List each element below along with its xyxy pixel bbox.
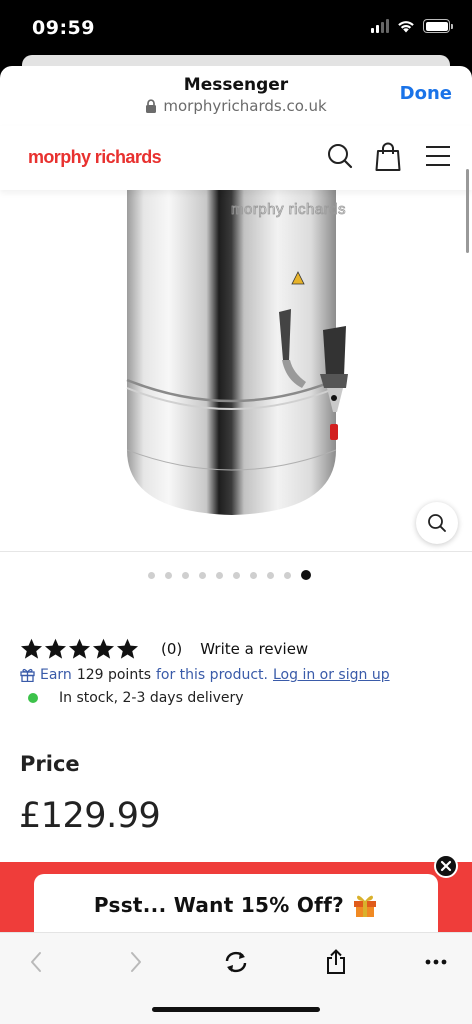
search-icon[interactable]	[326, 142, 356, 172]
stock-status: In stock, 2-3 days delivery	[28, 690, 244, 706]
product-image[interactable]: morphy richards	[0, 190, 472, 552]
write-review-link[interactable]: Write a review	[200, 640, 308, 658]
lock-icon	[146, 99, 157, 113]
status-icons	[371, 19, 453, 33]
status-time: 09:59	[32, 17, 95, 39]
carousel-dots	[148, 570, 311, 580]
stock-text: In stock, 2-3 days delivery	[59, 690, 244, 706]
price-label: Price	[20, 752, 80, 776]
signal-icon	[371, 19, 389, 33]
gift-box-icon	[354, 895, 377, 917]
carousel-dot[interactable]	[165, 572, 172, 579]
scroll-indicator	[466, 169, 469, 253]
status-bar: 09:59	[0, 0, 472, 56]
reward-points: Earn 129 points for this product. Log in…	[20, 667, 390, 683]
carousel-dot[interactable]	[301, 570, 311, 580]
promo-text: Psst... Want 15% Off?	[93, 893, 345, 917]
rating-row: (0) Write a review	[20, 638, 308, 660]
reload-icon[interactable]	[218, 944, 254, 980]
carousel-dot[interactable]	[233, 572, 240, 579]
star-icon	[116, 638, 139, 659]
price-value: £129.99	[19, 796, 161, 836]
carousel-dot[interactable]	[182, 572, 189, 579]
gift-icon	[20, 668, 35, 682]
more-icon[interactable]	[418, 944, 454, 980]
in-stock-dot-icon	[28, 693, 38, 703]
star-icon	[92, 638, 115, 659]
sheet-header: Messenger morphyrichards.co.uk Done	[0, 66, 472, 126]
star-icon	[68, 638, 91, 659]
forward-icon[interactable]	[118, 944, 154, 980]
close-promo-button[interactable]	[434, 854, 458, 878]
points-amount: 129 points	[76, 667, 151, 683]
wifi-icon	[398, 21, 414, 33]
promo-card[interactable]: Psst... Want 15% Off?	[34, 874, 438, 936]
carousel-dot[interactable]	[284, 572, 291, 579]
bag-icon[interactable]	[374, 142, 404, 172]
back-icon[interactable]	[18, 944, 54, 980]
carousel-dot[interactable]	[250, 572, 257, 579]
done-button[interactable]: Done	[400, 83, 452, 104]
points-middle: for this product.	[155, 667, 268, 683]
carousel-dot[interactable]	[199, 572, 206, 579]
site-header: morphy richards	[0, 126, 472, 190]
login-signup-link[interactable]: Log in or sign up	[273, 667, 390, 683]
browser-sheet: Messenger morphyrichards.co.uk Done morp…	[0, 66, 472, 1024]
close-icon	[440, 860, 452, 872]
morphy-richards-logo[interactable]: morphy richards	[28, 147, 162, 168]
carousel-dot[interactable]	[216, 572, 223, 579]
zoom-icon	[428, 514, 446, 532]
rating-count: (0)	[161, 640, 183, 658]
url-text: morphyrichards.co.uk	[163, 97, 327, 115]
water-boiler-image: morphy richards	[126, 190, 348, 515]
share-icon[interactable]	[318, 944, 354, 980]
points-prefix: Earn	[40, 667, 72, 683]
svg-text:morphy richards: morphy richards	[231, 201, 346, 218]
carousel-dot[interactable]	[148, 572, 155, 579]
zoom-button[interactable]	[416, 502, 458, 544]
carousel-dot[interactable]	[267, 572, 274, 579]
star-rating	[20, 638, 139, 660]
menu-icon[interactable]	[424, 142, 454, 172]
star-icon	[20, 638, 43, 659]
star-icon	[44, 638, 67, 659]
battery-icon	[423, 19, 453, 33]
home-indicator	[152, 1007, 320, 1012]
